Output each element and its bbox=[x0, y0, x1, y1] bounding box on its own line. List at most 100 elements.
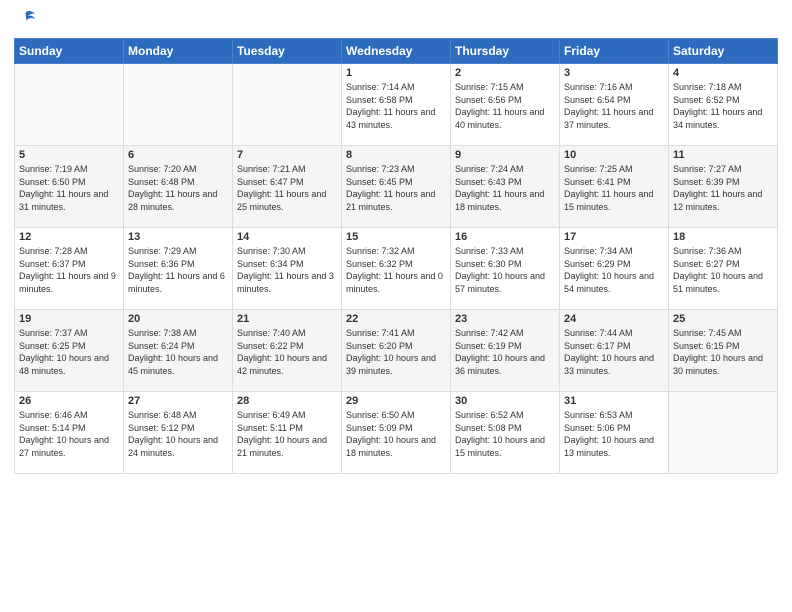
calendar-cell: 30 Sunrise: 6:52 AM Sunset: 5:08 PM Dayli… bbox=[451, 392, 560, 474]
logo bbox=[14, 10, 37, 30]
day-number: 23 bbox=[455, 313, 555, 325]
day-info: Sunrise: 7:15 AM Sunset: 6:56 PM Dayligh… bbox=[455, 81, 555, 131]
day-info: Sunrise: 6:52 AM Sunset: 5:08 PM Dayligh… bbox=[455, 409, 555, 459]
calendar-cell: 3 Sunrise: 7:16 AM Sunset: 6:54 PM Daylig… bbox=[560, 64, 669, 146]
day-info: Sunrise: 7:38 AM Sunset: 6:24 PM Dayligh… bbox=[128, 327, 228, 377]
calendar-cell: 22 Sunrise: 7:41 AM Sunset: 6:20 PM Dayli… bbox=[342, 310, 451, 392]
calendar-cell: 1 Sunrise: 7:14 AM Sunset: 6:58 PM Daylig… bbox=[342, 64, 451, 146]
day-info: Sunrise: 6:50 AM Sunset: 5:09 PM Dayligh… bbox=[346, 409, 446, 459]
calendar-cell: 10 Sunrise: 7:25 AM Sunset: 6:41 PM Dayli… bbox=[560, 146, 669, 228]
calendar-cell: 2 Sunrise: 7:15 AM Sunset: 6:56 PM Daylig… bbox=[451, 64, 560, 146]
day-number: 25 bbox=[673, 313, 773, 325]
day-info: Sunrise: 7:45 AM Sunset: 6:15 PM Dayligh… bbox=[673, 327, 773, 377]
day-info: Sunrise: 7:21 AM Sunset: 6:47 PM Dayligh… bbox=[237, 163, 337, 213]
day-number: 20 bbox=[128, 313, 228, 325]
day-info: Sunrise: 7:37 AM Sunset: 6:25 PM Dayligh… bbox=[19, 327, 119, 377]
day-number: 18 bbox=[673, 231, 773, 243]
day-number: 27 bbox=[128, 395, 228, 407]
day-info: Sunrise: 7:41 AM Sunset: 6:20 PM Dayligh… bbox=[346, 327, 446, 377]
day-number: 1 bbox=[346, 67, 446, 79]
calendar-cell: 16 Sunrise: 7:33 AM Sunset: 6:30 PM Dayli… bbox=[451, 228, 560, 310]
calendar-cell: 12 Sunrise: 7:28 AM Sunset: 6:37 PM Dayli… bbox=[15, 228, 124, 310]
day-number: 28 bbox=[237, 395, 337, 407]
calendar-cell: 4 Sunrise: 7:18 AM Sunset: 6:52 PM Daylig… bbox=[669, 64, 778, 146]
day-number: 15 bbox=[346, 231, 446, 243]
day-info: Sunrise: 7:29 AM Sunset: 6:36 PM Dayligh… bbox=[128, 245, 228, 295]
page-header bbox=[14, 10, 778, 30]
calendar-cell: 8 Sunrise: 7:23 AM Sunset: 6:45 PM Daylig… bbox=[342, 146, 451, 228]
calendar-week-5: 26 Sunrise: 6:46 AM Sunset: 5:14 PM Dayli… bbox=[15, 392, 778, 474]
day-info: Sunrise: 7:14 AM Sunset: 6:58 PM Dayligh… bbox=[346, 81, 446, 131]
calendar-cell: 17 Sunrise: 7:34 AM Sunset: 6:29 PM Dayli… bbox=[560, 228, 669, 310]
day-number: 2 bbox=[455, 67, 555, 79]
day-number: 22 bbox=[346, 313, 446, 325]
weekday-header-friday: Friday bbox=[560, 39, 669, 64]
day-info: Sunrise: 7:33 AM Sunset: 6:30 PM Dayligh… bbox=[455, 245, 555, 295]
calendar-cell: 19 Sunrise: 7:37 AM Sunset: 6:25 PM Dayli… bbox=[15, 310, 124, 392]
day-number: 7 bbox=[237, 149, 337, 161]
day-info: Sunrise: 7:20 AM Sunset: 6:48 PM Dayligh… bbox=[128, 163, 228, 213]
calendar-cell: 28Sunrise: 6:49 AM Sunset: 5:11 PM Dayli… bbox=[233, 392, 342, 474]
calendar-cell: 13 Sunrise: 7:29 AM Sunset: 6:36 PM Dayli… bbox=[124, 228, 233, 310]
day-number: 26 bbox=[19, 395, 119, 407]
day-info: Sunrise: 7:24 AM Sunset: 6:43 PM Dayligh… bbox=[455, 163, 555, 213]
day-info: Sunrise: 7:19 AM Sunset: 6:50 PM Dayligh… bbox=[19, 163, 119, 213]
day-number: 9 bbox=[455, 149, 555, 161]
day-info: Sunrise: 6:48 AM Sunset: 5:12 PM Dayligh… bbox=[128, 409, 228, 459]
calendar-cell: 27 Sunrise: 6:48 AM Sunset: 5:12 PM Dayli… bbox=[124, 392, 233, 474]
day-number: 6 bbox=[128, 149, 228, 161]
day-number: 8 bbox=[346, 149, 446, 161]
day-number: 19 bbox=[19, 313, 119, 325]
calendar-cell: 9 Sunrise: 7:24 AM Sunset: 6:43 PM Daylig… bbox=[451, 146, 560, 228]
day-info: Sunrise: 6:53 AM Sunset: 5:06 PM Dayligh… bbox=[564, 409, 664, 459]
day-info: Sunrise: 7:28 AM Sunset: 6:37 PM Dayligh… bbox=[19, 245, 119, 295]
calendar-cell: 20 Sunrise: 7:38 AM Sunset: 6:24 PM Dayli… bbox=[124, 310, 233, 392]
day-number: 3 bbox=[564, 67, 664, 79]
day-info: Sunrise: 7:16 AM Sunset: 6:54 PM Dayligh… bbox=[564, 81, 664, 131]
calendar-cell bbox=[233, 64, 342, 146]
calendar-cell bbox=[669, 392, 778, 474]
logo-bird-icon bbox=[15, 8, 37, 30]
day-info: Sunrise: 7:44 AM Sunset: 6:17 PM Dayligh… bbox=[564, 327, 664, 377]
day-number: 31 bbox=[564, 395, 664, 407]
calendar-cell: 15Sunrise: 7:32 AM Sunset: 6:32 PM Dayli… bbox=[342, 228, 451, 310]
calendar-cell: 11Sunrise: 7:27 AM Sunset: 6:39 PM Dayli… bbox=[669, 146, 778, 228]
calendar-week-3: 12 Sunrise: 7:28 AM Sunset: 6:37 PM Dayli… bbox=[15, 228, 778, 310]
calendar-week-4: 19 Sunrise: 7:37 AM Sunset: 6:25 PM Dayli… bbox=[15, 310, 778, 392]
calendar-cell: 21 Sunrise: 7:40 AM Sunset: 6:22 PM Dayli… bbox=[233, 310, 342, 392]
day-number: 12 bbox=[19, 231, 119, 243]
calendar-cell: 5 Sunrise: 7:19 AM Sunset: 6:50 PM Daylig… bbox=[15, 146, 124, 228]
day-number: 30 bbox=[455, 395, 555, 407]
day-number: 17 bbox=[564, 231, 664, 243]
page-container: SundayMondayTuesdayWednesdayThursdayFrid… bbox=[0, 0, 792, 612]
day-info: Sunrise: 7:25 AM Sunset: 6:41 PM Dayligh… bbox=[564, 163, 664, 213]
day-number: 4 bbox=[673, 67, 773, 79]
calendar-cell: 26 Sunrise: 6:46 AM Sunset: 5:14 PM Dayli… bbox=[15, 392, 124, 474]
calendar-cell: 29 Sunrise: 6:50 AM Sunset: 5:09 PM Dayli… bbox=[342, 392, 451, 474]
day-info: Sunrise: 7:27 AM Sunset: 6:39 PM Dayligh… bbox=[673, 163, 773, 213]
day-info: Sunrise: 6:46 AM Sunset: 5:14 PM Dayligh… bbox=[19, 409, 119, 459]
day-info: Sunrise: 7:34 AM Sunset: 6:29 PM Dayligh… bbox=[564, 245, 664, 295]
day-info: Sunrise: 7:36 AM Sunset: 6:27 PM Dayligh… bbox=[673, 245, 773, 295]
calendar-cell: 25 Sunrise: 7:45 AM Sunset: 6:15 PM Dayli… bbox=[669, 310, 778, 392]
day-number: 13 bbox=[128, 231, 228, 243]
calendar-cell bbox=[124, 64, 233, 146]
weekday-header-row: SundayMondayTuesdayWednesdayThursdayFrid… bbox=[15, 39, 778, 64]
day-number: 29 bbox=[346, 395, 446, 407]
day-number: 21 bbox=[237, 313, 337, 325]
day-info: Sunrise: 7:18 AM Sunset: 6:52 PM Dayligh… bbox=[673, 81, 773, 131]
day-number: 14 bbox=[237, 231, 337, 243]
day-number: 5 bbox=[19, 149, 119, 161]
day-number: 10 bbox=[564, 149, 664, 161]
weekday-header-sunday: Sunday bbox=[15, 39, 124, 64]
weekday-header-thursday: Thursday bbox=[451, 39, 560, 64]
day-info: Sunrise: 7:23 AM Sunset: 6:45 PM Dayligh… bbox=[346, 163, 446, 213]
day-number: 16 bbox=[455, 231, 555, 243]
calendar-cell: 24 Sunrise: 7:44 AM Sunset: 6:17 PM Dayli… bbox=[560, 310, 669, 392]
day-info: Sunrise: 7:40 AM Sunset: 6:22 PM Dayligh… bbox=[237, 327, 337, 377]
weekday-header-tuesday: Tuesday bbox=[233, 39, 342, 64]
calendar-cell: 7 Sunrise: 7:21 AM Sunset: 6:47 PM Daylig… bbox=[233, 146, 342, 228]
day-number: 24 bbox=[564, 313, 664, 325]
calendar-cell: 6 Sunrise: 7:20 AM Sunset: 6:48 PM Daylig… bbox=[124, 146, 233, 228]
calendar-table: SundayMondayTuesdayWednesdayThursdayFrid… bbox=[14, 38, 778, 474]
